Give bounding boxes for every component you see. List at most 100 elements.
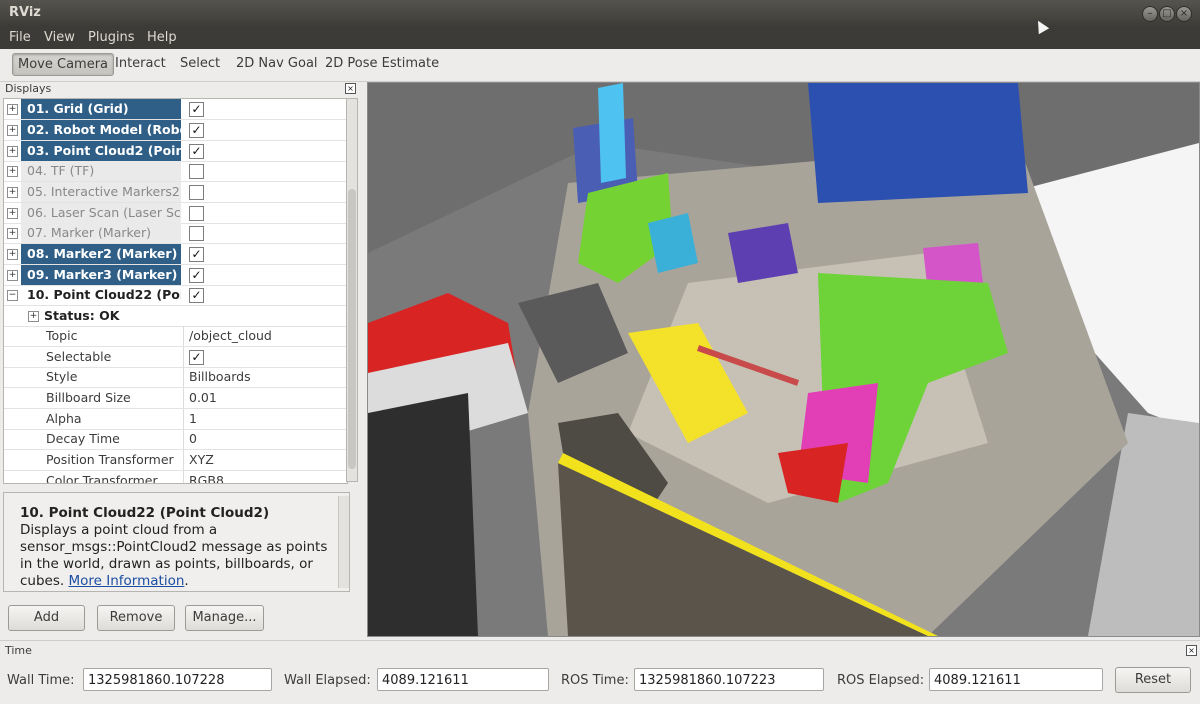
display-label: 07. Marker (Marker)	[21, 223, 181, 243]
maximize-icon[interactable]: □	[1159, 6, 1175, 22]
property-value[interactable]: XYZ	[189, 450, 214, 470]
remove-button[interactable]: Remove	[97, 605, 175, 631]
property-value[interactable]: Billboards	[189, 367, 251, 387]
wall-time-field[interactable]: 1325981860.107228	[83, 668, 272, 691]
render-scene	[368, 83, 1199, 636]
expand-icon[interactable]: +	[7, 166, 18, 177]
more-information-link[interactable]: More Information	[68, 573, 184, 589]
display-checkbox[interactable]: ✓	[189, 123, 204, 138]
display-checkbox[interactable]: ✓	[189, 268, 204, 283]
display-checkbox[interactable]	[189, 226, 204, 241]
tool-select[interactable]: Select	[180, 56, 220, 71]
tool-move-camera[interactable]: Move Camera	[12, 53, 115, 76]
menu-view[interactable]: View	[44, 30, 75, 45]
expand-icon[interactable]: +	[7, 104, 18, 115]
display-checkbox[interactable]	[189, 206, 204, 221]
displays-scrollbar[interactable]	[346, 98, 358, 482]
display-checkbox[interactable]	[189, 185, 204, 200]
display-row[interactable]: + 04. TF (TF)	[4, 161, 347, 182]
property-name: Topic	[46, 328, 78, 343]
tool-2d-nav-goal[interactable]: 2D Nav Goal	[236, 56, 318, 71]
property-value[interactable]: 0	[189, 429, 197, 449]
displays-tree: + 01. Grid (Grid) ✓ + 02. Robot Model (R…	[3, 98, 348, 484]
column-divider	[183, 471, 184, 483]
displays-close-icon[interactable]: ×	[345, 83, 356, 94]
display-checkbox[interactable]	[189, 164, 204, 179]
tool-interact[interactable]: Interact	[115, 56, 166, 71]
description-heading: 10. Point Cloud22 (Point Cloud2)	[20, 505, 270, 521]
ros-elapsed-field[interactable]: 4089.121611	[929, 668, 1103, 691]
property-value[interactable]: /object_cloud	[189, 326, 272, 346]
add-button[interactable]: Add	[8, 605, 85, 631]
column-divider	[183, 388, 184, 408]
property-row[interactable]: Position Transformer XYZ	[4, 450, 347, 471]
wall-elapsed-field[interactable]: 4089.121611	[377, 668, 549, 691]
property-row[interactable]: Color Transformer RGB8	[4, 471, 347, 483]
description-scrollbar[interactable]	[338, 496, 349, 588]
display-row[interactable]: + 01. Grid (Grid) ✓	[4, 99, 347, 120]
menu-plugins[interactable]: Plugins	[88, 30, 135, 45]
display-row[interactable]: − 10. Point Cloud22 (Point Cloud2) ✓	[4, 285, 347, 306]
display-checkbox[interactable]: ✓	[189, 144, 204, 159]
property-value[interactable]: RGB8	[189, 471, 224, 483]
status-label: Status: OK	[44, 308, 120, 323]
description-body: Displays a point cloud from a sensor_msg…	[20, 522, 328, 589]
wall-time-label: Wall Time:	[7, 673, 75, 688]
manage-button[interactable]: Manage...	[185, 605, 264, 631]
property-value[interactable]: 0.01	[189, 388, 217, 408]
expand-icon[interactable]: +	[7, 228, 18, 239]
minimize-icon[interactable]: –	[1142, 6, 1158, 22]
reset-button[interactable]: Reset	[1115, 667, 1191, 693]
menu-file[interactable]: File	[9, 30, 31, 45]
display-label: 01. Grid (Grid)	[21, 99, 181, 119]
scrollbar-thumb[interactable]	[348, 189, 356, 469]
property-row[interactable]: Decay Time 0	[4, 429, 347, 450]
menu-help[interactable]: Help	[147, 30, 177, 45]
property-row[interactable]: Billboard Size 0.01	[4, 388, 347, 409]
expand-icon[interactable]: +	[7, 208, 18, 219]
property-name: Decay Time	[46, 431, 120, 446]
status-row[interactable]: + Status: OK	[4, 306, 347, 327]
3d-viewport[interactable]	[367, 82, 1200, 637]
display-label: 04. TF (TF)	[21, 161, 181, 181]
display-row[interactable]: + 02. Robot Model (Robot Model) ✓	[4, 120, 347, 141]
property-row[interactable]: Style Billboards	[4, 367, 347, 388]
column-divider	[183, 450, 184, 470]
close-icon[interactable]: ×	[1176, 6, 1192, 22]
property-row[interactable]: Alpha 1	[4, 409, 347, 430]
expand-icon[interactable]: +	[7, 249, 18, 260]
display-checkbox[interactable]: ✓	[189, 247, 204, 262]
expand-icon[interactable]: +	[28, 311, 39, 322]
menu-bar: File View Plugins Help	[0, 27, 1200, 49]
property-name: Selectable	[46, 349, 112, 364]
column-divider	[183, 347, 184, 367]
display-checkbox[interactable]: ✓	[189, 288, 204, 303]
property-row[interactable]: Selectable ✓	[4, 347, 347, 368]
display-checkbox[interactable]: ✓	[189, 102, 204, 117]
column-divider	[183, 367, 184, 387]
time-panel-title: Time	[5, 644, 32, 657]
collapse-icon[interactable]: −	[7, 290, 18, 301]
expand-icon[interactable]: +	[7, 125, 18, 136]
display-row[interactable]: + 06. Laser Scan (Laser Scan)	[4, 203, 347, 224]
property-name: Position Transformer	[46, 452, 174, 467]
tool-2d-pose-estimate[interactable]: 2D Pose Estimate	[325, 56, 439, 71]
tools-toolbar: Move Camera Interact Select 2D Nav Goal …	[0, 49, 1200, 82]
time-close-icon[interactable]: ×	[1186, 645, 1197, 656]
expand-icon[interactable]: +	[7, 270, 18, 281]
property-name: Alpha	[46, 411, 82, 426]
ros-time-field[interactable]: 1325981860.107223	[634, 668, 824, 691]
display-row[interactable]: + 09. Marker3 (Marker) ✓	[4, 265, 347, 286]
display-label: 05. Interactive Markers2	[21, 182, 181, 202]
display-row[interactable]: + 05. Interactive Markers2	[4, 182, 347, 203]
display-row[interactable]: + 03. Point Cloud2 (Point Cloud2) ✓	[4, 141, 347, 162]
display-row[interactable]: + 07. Marker (Marker)	[4, 223, 347, 244]
wall-elapsed-label: Wall Elapsed:	[284, 673, 371, 688]
property-row[interactable]: Topic /object_cloud	[4, 326, 347, 347]
display-label: 06. Laser Scan (Laser Scan)	[21, 203, 181, 223]
selectable-checkbox[interactable]: ✓	[189, 350, 204, 365]
property-value[interactable]: 1	[189, 409, 197, 429]
expand-icon[interactable]: +	[7, 187, 18, 198]
display-row[interactable]: + 08. Marker2 (Marker) ✓	[4, 244, 347, 265]
expand-icon[interactable]: +	[7, 146, 18, 157]
